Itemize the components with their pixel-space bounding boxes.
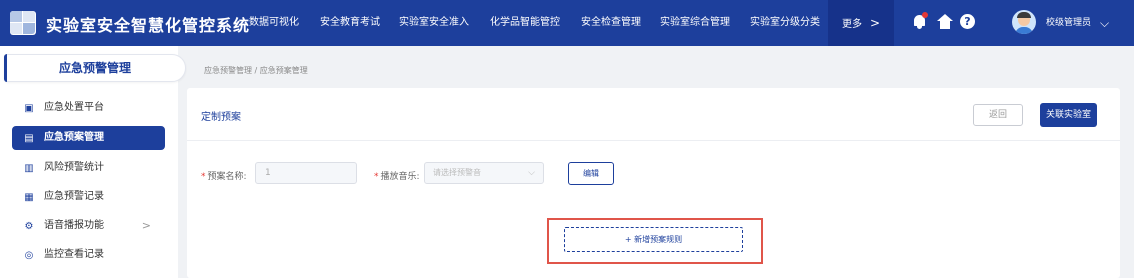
bell-icon[interactable]	[912, 12, 928, 30]
warning-music-placeholder: 请选择预警音	[433, 168, 481, 177]
camera-icon: ◎	[24, 250, 34, 261]
app-logo-icon	[10, 11, 36, 35]
sidebar-item-label: 监控查看记录	[44, 249, 104, 260]
nav-more-menu[interactable]: 更多 >	[828, 0, 895, 46]
page-title: 定制预案	[201, 112, 241, 123]
chevron-right-icon: >	[870, 16, 881, 30]
breadcrumb[interactable]: 应急预警管理 / 应急预案管理	[204, 65, 308, 76]
sidebar-item-label: 风险预警统计	[44, 162, 104, 173]
sidebar: 应急预警管理 ▣ 应急处置平台 ▤ 应急预案管理 ▥ 风险预警统计 ▦ 应急预警记录 ⚙…	[0, 46, 186, 278]
sidebar-item-label: 语音播报功能	[44, 220, 104, 231]
nav-item-data-visualization[interactable]: 数据可视化	[249, 0, 299, 46]
nav-item-safety-inspection[interactable]: 安全检查管理	[581, 0, 641, 46]
help-icon[interactable]: ?	[960, 14, 976, 30]
music-label: * 播放音乐:	[374, 169, 420, 182]
plan-name-label-text: 预案名称:	[207, 172, 247, 182]
sidebar-item-label: 应急处置平台	[44, 102, 104, 113]
chevron-down-icon: ⌵	[528, 168, 535, 178]
sidebar-item-label: 应急预警记录	[44, 191, 104, 202]
back-button[interactable]: 返回	[973, 104, 1023, 126]
notification-dot	[922, 12, 928, 18]
user-name[interactable]: 校级管理员	[1046, 0, 1091, 46]
nav-item-safety-exam[interactable]: 安全教育考试	[320, 0, 380, 46]
monitor-icon: ▣	[24, 103, 34, 114]
nav-item-lab-management[interactable]: 实验室综合管理	[660, 0, 730, 46]
document-icon: ▤	[24, 133, 34, 144]
nav-item-lab-access[interactable]: 实验室安全准入	[399, 0, 469, 46]
gear-icon: ⚙	[24, 221, 34, 232]
sidebar-item-label: 应急预案管理	[44, 132, 104, 143]
top-navigation-bar: 实验室安全智慧化管控系统 数据可视化 安全教育考试 实验室安全准入 化学品智能管…	[0, 0, 1134, 46]
chevron-down-icon[interactable]: ⌵	[1100, 0, 1109, 46]
required-mark: *	[201, 172, 206, 182]
nav-more-label: 更多	[842, 19, 862, 30]
bar-chart-icon: ▥	[24, 163, 34, 174]
plan-editor-card: 定制预案 返回 关联实验室 * 预案名称: 1 * 播放音乐: 请选择预警音 ⌵ 编…	[187, 88, 1120, 278]
sidebar-item-plan-management[interactable]: ▤ 应急预案管理	[12, 126, 165, 150]
plan-name-label: * 预案名称:	[201, 169, 247, 182]
required-mark: *	[374, 172, 379, 182]
link-lab-button[interactable]: 关联实验室	[1040, 103, 1097, 127]
divider	[187, 140, 1120, 141]
plan-name-input[interactable]: 1	[255, 162, 357, 184]
sidebar-item-risk-statistics[interactable]: ▥ 风险预警统计	[12, 156, 165, 180]
sidebar-item-monitor-records[interactable]: ◎ 监控查看记录	[12, 243, 165, 267]
sidebar-section-title[interactable]: 应急预警管理	[4, 54, 186, 82]
sidebar-item-emergency-platform[interactable]: ▣ 应急处置平台	[12, 96, 165, 120]
sidebar-item-voice-broadcast[interactable]: ⚙ 语音播报功能 >	[12, 214, 165, 238]
warning-music-select[interactable]: 请选择预警音 ⌵	[424, 162, 544, 184]
nav-item-chemical-control[interactable]: 化学品智能管控	[490, 0, 560, 46]
sidebar-item-warning-records[interactable]: ▦ 应急预警记录	[12, 185, 165, 209]
app-title: 实验室安全智慧化管控系统	[46, 16, 251, 35]
nav-item-lab-classification[interactable]: 实验室分级分类	[750, 0, 820, 46]
clipboard-icon: ▦	[24, 192, 34, 203]
music-label-text: 播放音乐:	[380, 172, 420, 182]
edit-button[interactable]: 编辑	[568, 162, 614, 185]
avatar[interactable]	[1012, 10, 1036, 34]
add-plan-rule-button[interactable]: + 新增预案规则	[564, 227, 743, 252]
home-icon[interactable]	[937, 14, 953, 30]
chevron-right-icon: >	[141, 219, 151, 232]
